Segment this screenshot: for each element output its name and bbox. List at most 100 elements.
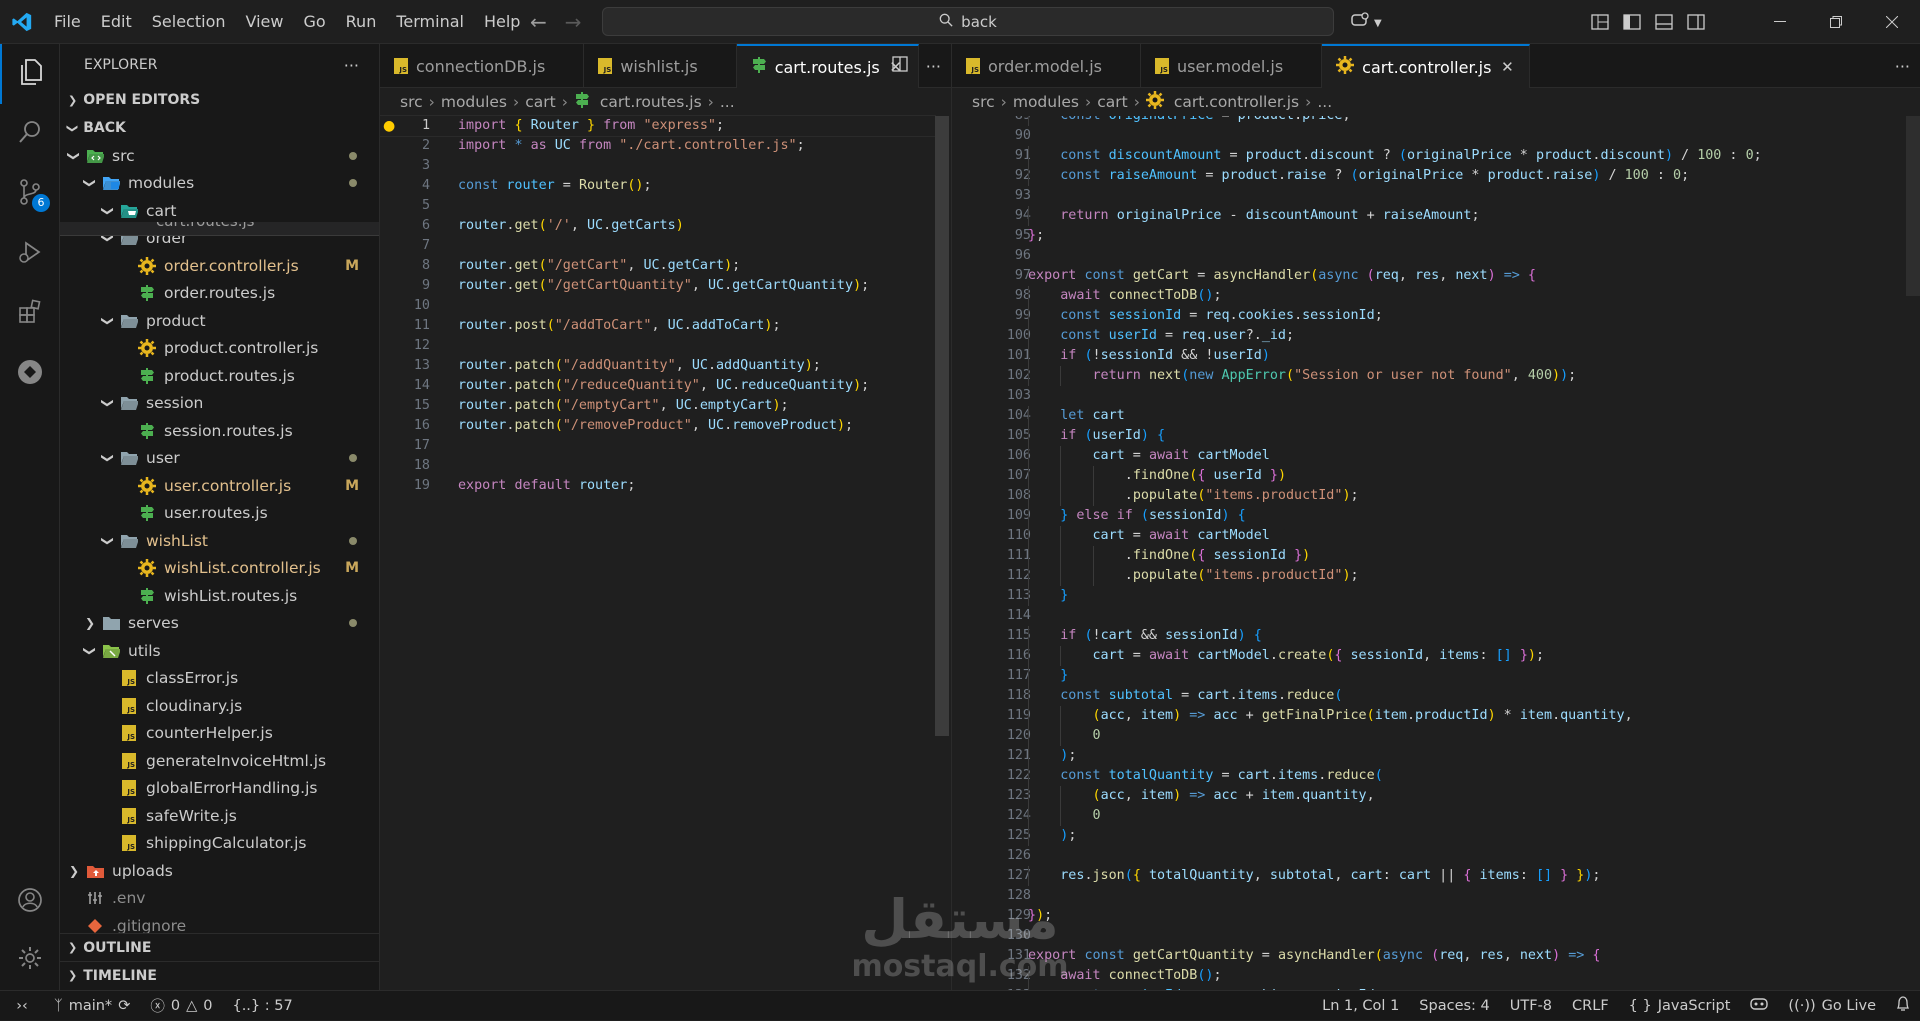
breadcrumb-item[interactable]: cart.routes.js — [600, 93, 702, 111]
file-item[interactable]: JS classError.js — [60, 665, 379, 693]
remote-indicator[interactable]: ›‹ — [0, 991, 44, 1021]
folder-item[interactable]: ❯ session — [60, 390, 379, 418]
branch-indicator[interactable]: ᛉ main* ⟳ — [44, 991, 140, 1021]
timeline-section[interactable]: ❯ TIMELINE — [60, 961, 379, 989]
open-editors-section[interactable]: ❯ OPEN EDITORS — [60, 86, 379, 114]
folder-item[interactable]: ❯ wishList — [60, 527, 379, 555]
sticky-scroll-row[interactable]: cart.routes.js — [60, 222, 379, 236]
encoding[interactable]: UTF-8 — [1500, 991, 1562, 1021]
file-item[interactable]: .env — [60, 885, 379, 913]
folder-item[interactable]: ❯ src — [60, 142, 379, 170]
left-code-area[interactable]: 1 import { Router } from "express"; 2 impor… — [379, 115, 936, 990]
explorer-activity[interactable] — [0, 44, 60, 104]
back-arrow-icon[interactable]: ← — [530, 10, 547, 34]
folder-item[interactable]: ❯ serves — [60, 610, 379, 638]
folder-item[interactable]: ❯ cart — [60, 197, 379, 225]
breadcrumb-item[interactable]: cart.controller.js — [1174, 93, 1299, 111]
command-center-search[interactable]: back — [602, 7, 1334, 36]
close-icon[interactable]: ✕ — [1291, 57, 1307, 75]
file-item[interactable]: JS shippingCalculator.js — [60, 830, 379, 858]
more-actions-icon[interactable]: ··· — [1895, 57, 1910, 76]
cursor-position[interactable]: Ln 1, Col 1 — [1312, 991, 1409, 1021]
breadcrumb-item[interactable]: ... — [720, 93, 735, 111]
file-item[interactable]: JS safeWrite.js — [60, 802, 379, 830]
close-window-button[interactable] — [1864, 0, 1920, 44]
problems-indicator[interactable]: ⓧ 0 △ 0 — [140, 991, 222, 1021]
file-item[interactable]: JS cloudinary.js — [60, 692, 379, 720]
copilot-button[interactable]: ▼ — [1350, 12, 1382, 34]
tab-user-model-js[interactable]: JS user.model.js ✕ — [1141, 44, 1323, 88]
file-item[interactable]: order.routes.js — [60, 280, 379, 308]
more-actions-icon[interactable]: ··· — [344, 56, 359, 75]
left-scrollbar[interactable] — [935, 116, 949, 736]
breadcrumb-item[interactable]: modules — [1013, 93, 1079, 111]
close-icon[interactable]: ✕ — [1110, 57, 1126, 75]
folder-item[interactable]: ❯ modules — [60, 170, 379, 198]
forward-arrow-icon[interactable]: → — [565, 10, 582, 34]
menu-item-selection[interactable]: Selection — [142, 0, 236, 44]
file-item[interactable]: wishList.controller.js M — [60, 555, 379, 583]
menu-item-terminal[interactable]: Terminal — [386, 0, 474, 44]
menu-item-file[interactable]: File — [44, 0, 91, 44]
remote-explorer-activity[interactable] — [0, 344, 60, 404]
eol[interactable]: CRLF — [1562, 991, 1619, 1021]
manage-activity[interactable] — [0, 930, 60, 990]
go-live-button[interactable]: ((·)) Go Live — [1778, 991, 1886, 1021]
restore-button[interactable] — [1808, 0, 1864, 44]
file-item[interactable]: product.controller.js — [60, 335, 379, 363]
close-icon[interactable]: ✕ — [1499, 58, 1515, 76]
toggle-primary-sidebar-icon[interactable] — [1619, 12, 1645, 32]
breadcrumb-item[interactable]: cart — [525, 93, 555, 111]
file-item[interactable]: JS generateInvoiceHtml.js — [60, 747, 379, 775]
split-editor-icon[interactable] — [892, 56, 908, 76]
tab-cart-controller-js[interactable]: cart.controller.js ✕ — [1322, 44, 1531, 88]
menu-item-go[interactable]: Go — [293, 0, 335, 44]
copilot-status[interactable] — [1740, 991, 1778, 1021]
menu-item-run[interactable]: Run — [336, 0, 387, 44]
indentation[interactable]: Spaces: 4 — [1409, 991, 1499, 1021]
file-item[interactable]: user.controller.js M — [60, 472, 379, 500]
file-item[interactable]: JS counterHelper.js — [60, 720, 379, 748]
tab-connectiondb-js[interactable]: JS connectionDB.js ✕ — [380, 44, 585, 88]
close-icon[interactable]: ✕ — [553, 57, 569, 75]
file-item[interactable]: user.routes.js — [60, 500, 379, 528]
toggle-panel-icon[interactable] — [1651, 12, 1677, 32]
menu-item-edit[interactable]: Edit — [91, 0, 142, 44]
folder-item[interactable]: ❯ user — [60, 445, 379, 473]
sync-icon[interactable]: ⟳ — [118, 998, 130, 1014]
toggle-secondary-sidebar-icon[interactable] — [1683, 12, 1709, 32]
tab-wishlist-js[interactable]: JS wishlist.js ✕ — [584, 44, 737, 88]
run-debug-activity[interactable] — [0, 224, 60, 284]
folder-item[interactable]: ❯ utils — [60, 637, 379, 665]
bracket-indicator[interactable]: {..} : 57 — [222, 991, 302, 1021]
notifications[interactable] — [1886, 991, 1920, 1021]
breadcrumb-item[interactable]: src — [400, 93, 423, 111]
file-item[interactable]: wishList.routes.js — [60, 582, 379, 610]
close-icon[interactable]: ✕ — [706, 57, 722, 75]
breadcrumb-item[interactable]: modules — [441, 93, 507, 111]
right-code-area[interactable]: 89 const originalPrice = product.price;9… — [952, 116, 1902, 990]
source-control-activity[interactable]: 6 — [0, 164, 60, 224]
language-mode[interactable]: { } JavaScript — [1619, 991, 1741, 1021]
tab-order-model-js[interactable]: JS order.model.js ✕ — [952, 44, 1141, 88]
menu-item-view[interactable]: View — [236, 0, 294, 44]
breadcrumb-item[interactable]: cart — [1097, 93, 1127, 111]
menu-item-help[interactable]: Help — [474, 0, 530, 44]
folder-item[interactable]: ❯ product — [60, 307, 379, 335]
file-item[interactable]: product.routes.js — [60, 362, 379, 390]
extensions-activity[interactable] — [0, 284, 60, 344]
breadcrumb-item[interactable]: src — [972, 93, 995, 111]
folder-item[interactable]: ❯ uploads — [60, 857, 379, 885]
more-actions-icon[interactable]: ··· — [926, 57, 941, 76]
accounts-activity[interactable] — [0, 872, 60, 932]
customize-layout-icon[interactable] — [1587, 12, 1613, 32]
breadcrumb-item[interactable]: ... — [1317, 93, 1332, 111]
minimize-button[interactable] — [1752, 0, 1808, 44]
file-item[interactable]: JS globalErrorHandling.js — [60, 775, 379, 803]
right-scrollbar[interactable] — [1906, 116, 1920, 296]
lightbulb-icon[interactable]: ● — [383, 118, 395, 134]
file-item[interactable]: order.controller.js M — [60, 252, 379, 280]
file-item[interactable]: session.routes.js — [60, 417, 379, 445]
outline-section[interactable]: ❯ OUTLINE — [60, 933, 379, 961]
search-activity[interactable] — [0, 104, 60, 164]
